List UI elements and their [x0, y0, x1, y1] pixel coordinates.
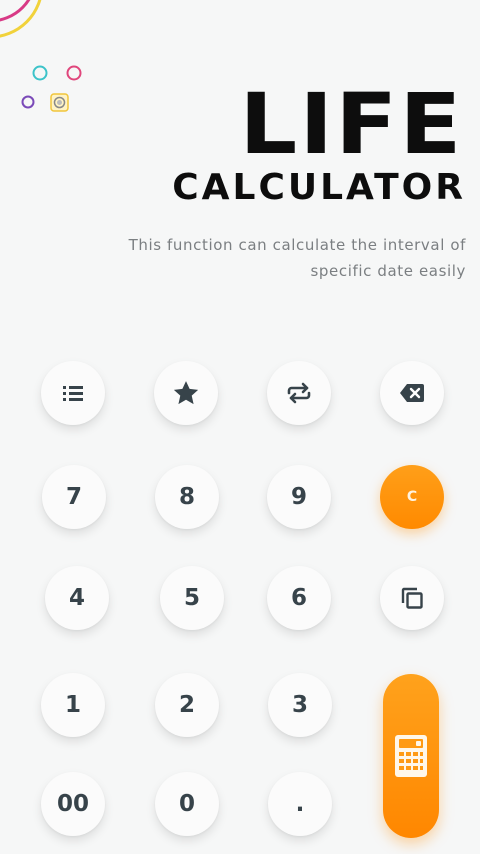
key-9[interactable]: 9 [267, 465, 331, 529]
favorite-button[interactable] [154, 361, 218, 425]
clear-button[interactable]: C [380, 465, 444, 529]
app-title: LIFE [239, 75, 464, 173]
key-3[interactable]: 3 [268, 673, 332, 737]
key-decimal[interactable]: . [268, 772, 332, 836]
key-2[interactable]: 2 [155, 673, 219, 737]
key-4[interactable]: 4 [45, 566, 109, 630]
backspace-button[interactable] [380, 361, 444, 425]
description-line-1: This function can calculate the interval… [128, 236, 466, 254]
key-6[interactable]: 6 [267, 566, 331, 630]
decorative-circles [0, 0, 82, 112]
calculate-button[interactable] [383, 674, 439, 838]
key-8[interactable]: 8 [155, 465, 219, 529]
star-icon [173, 381, 199, 405]
key-0[interactable]: 0 [155, 772, 219, 836]
key-double-zero[interactable]: 00 [41, 772, 105, 836]
app-subtitle: CALCULATOR [172, 167, 466, 208]
calculator-icon [395, 735, 427, 777]
list-button[interactable] [41, 361, 105, 425]
description-line-2: specific date easily [310, 262, 466, 280]
copy-icon [401, 587, 423, 609]
key-7[interactable]: 7 [42, 465, 106, 529]
list-icon [63, 386, 83, 401]
description: This function can calculate the interval… [26, 232, 466, 284]
swap-button[interactable] [267, 361, 331, 425]
key-1[interactable]: 1 [41, 673, 105, 737]
swap-icon [287, 382, 311, 404]
backspace-icon [400, 384, 424, 402]
key-5[interactable]: 5 [160, 566, 224, 630]
copy-button[interactable] [380, 566, 444, 630]
